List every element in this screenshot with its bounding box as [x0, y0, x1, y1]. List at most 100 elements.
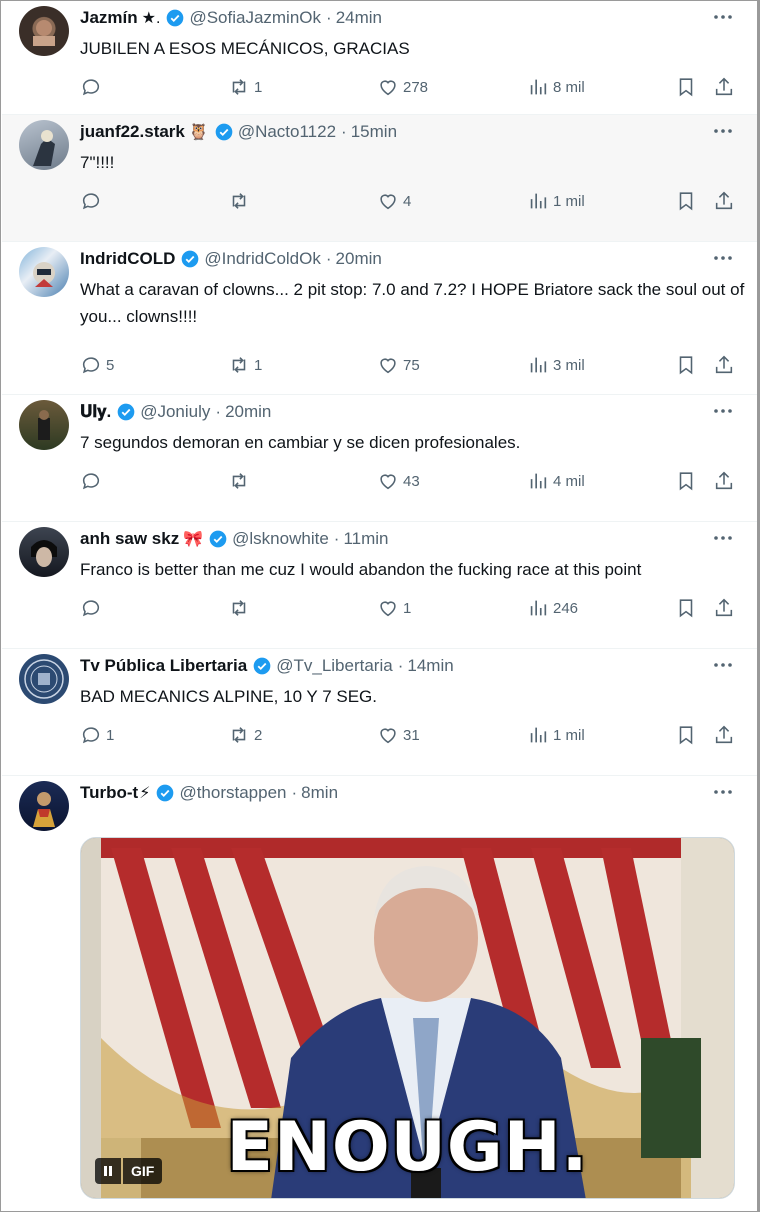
tweet-header: IndridCOLD @IndridColdOk · 20min [80, 249, 382, 269]
timestamp[interactable]: 11min [343, 529, 388, 549]
user-handle[interactable]: @SofiaJazminOk [189, 8, 321, 28]
reply-button[interactable] [80, 467, 106, 495]
retweet-button[interactable]: 1 [228, 351, 262, 379]
avatar[interactable] [19, 120, 69, 170]
like-button[interactable]: 4 [377, 187, 411, 215]
views-button[interactable]: 246 [527, 594, 578, 622]
tweet[interactable]: 𝐔𝐥𝐲. @Joniuly · 20min 7 segundos demoran… [2, 395, 757, 522]
bookmark-button[interactable] [675, 73, 697, 101]
like-button[interactable]: 278 [377, 73, 428, 101]
user-handle[interactable]: @Nacto1122 [238, 122, 336, 142]
like-button[interactable]: 1 [377, 594, 411, 622]
reply-button[interactable] [80, 73, 106, 101]
retweet-button[interactable]: 1 [228, 73, 262, 101]
timestamp[interactable]: 15min [351, 122, 397, 142]
reply-button[interactable]: 1 [80, 721, 114, 749]
retweet-button[interactable] [228, 187, 254, 215]
share-button[interactable] [713, 594, 735, 622]
share-icon [715, 471, 733, 490]
more-options-icon[interactable] [712, 123, 734, 139]
user-handle[interactable]: @lsknowhite [232, 529, 329, 549]
heart-icon [380, 474, 396, 490]
more-options-icon[interactable] [712, 403, 734, 419]
share-button[interactable] [713, 721, 735, 749]
display-name[interactable]: anh saw skz [80, 529, 179, 549]
bookmark-button[interactable] [675, 594, 697, 622]
avatar[interactable] [19, 527, 69, 577]
verified-badge-icon [167, 9, 184, 27]
timestamp[interactable]: 14min [407, 656, 453, 676]
more-options-icon[interactable] [712, 250, 734, 266]
more-options-icon[interactable] [712, 784, 734, 800]
timestamp[interactable]: 20min [225, 402, 271, 422]
tweet[interactable]: anh saw skz 🎀 @lsknowhite · 11min Franco… [2, 522, 757, 649]
avatar[interactable] [19, 654, 69, 704]
more-options-icon[interactable] [712, 530, 734, 546]
share-button[interactable] [713, 73, 735, 101]
more-options-icon[interactable] [712, 9, 734, 25]
user-handle[interactable]: @thorstappen [179, 783, 286, 803]
bookmark-button[interactable] [675, 187, 697, 215]
display-name[interactable]: Jazmín [80, 8, 138, 28]
user-handle[interactable]: @Tv_Libertaria [276, 656, 392, 676]
tweet-text: Franco is better than me cuz I would aba… [80, 560, 642, 579]
share-icon [715, 77, 733, 96]
views-button[interactable]: 8 mil [527, 73, 585, 101]
avatar[interactable] [19, 6, 69, 56]
user-handle[interactable]: @IndridColdOk [204, 249, 320, 269]
more-options-icon[interactable] [712, 657, 734, 673]
tweet[interactable]: juanf22.stark 🦉 @Nacto1122 · 15min 7"!!!… [2, 115, 757, 242]
display-name[interactable]: Turbo-t [80, 783, 138, 803]
avatar[interactable] [19, 781, 69, 831]
views-chart-icon [530, 357, 547, 373]
display-name[interactable]: juanf22.stark [80, 122, 185, 142]
views-button[interactable]: 3 mil [527, 351, 585, 379]
verified-badge-icon [253, 657, 271, 675]
reply-button[interactable] [80, 594, 106, 622]
bookmark-button[interactable] [675, 721, 697, 749]
share-button[interactable] [713, 351, 735, 379]
name-emoji: 🦉 [188, 124, 209, 141]
tweet-header: Jazmín ★. @SofiaJazminOk · 24min [80, 8, 382, 28]
reply-icon [82, 727, 100, 744]
avatar[interactable] [19, 247, 69, 297]
gif-media[interactable]: ENOUGH. GIF [80, 837, 735, 1199]
views-button[interactable]: 1 mil [527, 721, 585, 749]
reply-icon [82, 193, 100, 210]
views-chart-icon [530, 473, 547, 489]
tweet[interactable]: Tv Pública Libertaria @Tv_Libertaria · 1… [2, 649, 757, 776]
tweet-text: What a caravan of clowns... 2 pit stop: … [80, 280, 745, 326]
reply-button[interactable]: 5 [80, 351, 114, 379]
retweet-icon [232, 357, 246, 373]
like-button[interactable]: 31 [377, 721, 420, 749]
tweet-actions: 1 246 [80, 594, 740, 622]
timestamp[interactable]: 24min [336, 8, 382, 28]
retweet-button[interactable] [228, 594, 254, 622]
bookmark-button[interactable] [675, 351, 697, 379]
views-button[interactable]: 1 mil [527, 187, 585, 215]
retweet-icon [232, 193, 246, 209]
avatar[interactable] [19, 400, 69, 450]
user-handle[interactable]: @Joniuly [140, 402, 210, 422]
display-name[interactable]: 𝐔𝐥𝐲. [80, 402, 111, 422]
tweet-actions: 5 1 75 3 mil [80, 351, 740, 379]
tweet[interactable]: IndridCOLD @IndridColdOk · 20min What a … [2, 242, 757, 395]
views-button[interactable]: 4 mil [527, 467, 585, 495]
bookmark-button[interactable] [675, 467, 697, 495]
retweet-button[interactable] [228, 467, 254, 495]
timestamp[interactable]: 8min [301, 783, 338, 803]
tweet-actions: 1 278 8 mil [80, 73, 740, 101]
share-button[interactable] [713, 187, 735, 215]
share-button[interactable] [713, 467, 735, 495]
like-button[interactable]: 75 [377, 351, 420, 379]
pause-button[interactable] [95, 1158, 121, 1184]
tweet[interactable]: Jazmín ★. @SofiaJazminOk · 24min JUBILEN… [2, 1, 757, 115]
like-button[interactable]: 43 [377, 467, 420, 495]
retweet-icon [232, 727, 246, 743]
reply-button[interactable] [80, 187, 106, 215]
retweet-button[interactable]: 2 [228, 721, 262, 749]
gif-caption: ENOUGH. [226, 1108, 589, 1187]
display-name[interactable]: Tv Pública Libertaria [80, 656, 247, 676]
display-name[interactable]: IndridCOLD [80, 249, 175, 269]
timestamp[interactable]: 20min [336, 249, 382, 269]
